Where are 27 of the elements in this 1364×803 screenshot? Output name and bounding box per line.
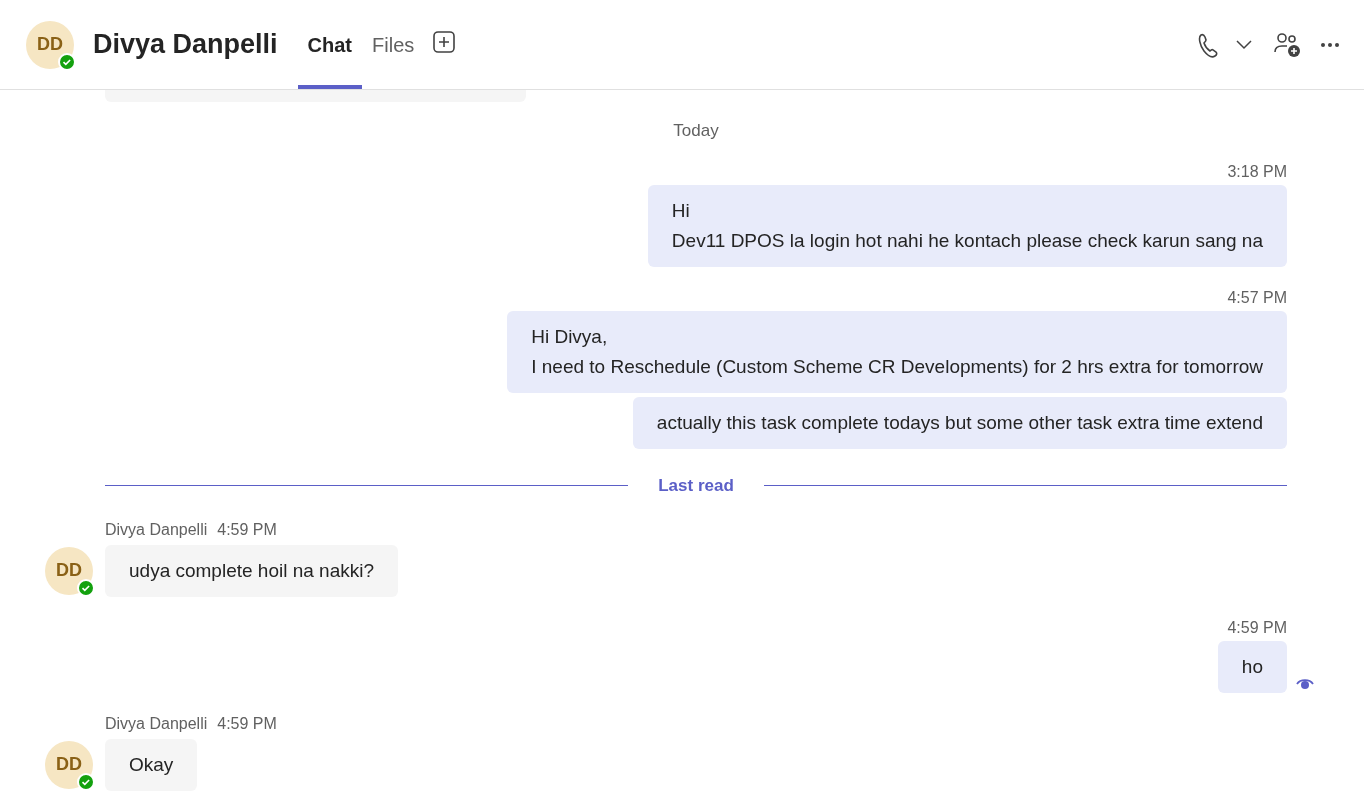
chat-title: Divya Danpelli — [93, 28, 278, 62]
timestamp: 4:59 PM — [217, 520, 277, 539]
sender-name: Divya Danpelli — [105, 714, 208, 733]
message-text: Hi Divya, — [531, 325, 609, 349]
date-separator: Today — [673, 121, 719, 141]
timestamp: 4:59 PM — [217, 714, 277, 733]
add-people-icon[interactable] — [1274, 31, 1302, 58]
message-text: Dev11 DPOS la login hot nahi he kontach please check karun sang na — [671, 229, 1263, 253]
avatar[interactable]: DD — [26, 20, 74, 69]
message-text: Hi — [671, 199, 691, 223]
message-text: actually this task complete todays but some other task extra time extend — [656, 411, 1263, 435]
timestamp: 3:18 PM — [1227, 163, 1287, 181]
message-text: Okay — [129, 752, 174, 777]
phone-icon[interactable] — [1196, 31, 1220, 58]
sender-name: Divya Danpelli — [105, 520, 208, 539]
avatar[interactable]: DD — [45, 740, 93, 789]
add-tab-icon[interactable] — [432, 29, 457, 54]
avatar[interactable]: DD — [45, 546, 93, 595]
last-read-label: Last read — [657, 475, 735, 497]
chevron-down-icon[interactable] — [1236, 39, 1252, 50]
tab[interactable]: Files — [362, 0, 425, 89]
timestamp: 4:59 PM — [1227, 618, 1287, 637]
more-options-icon[interactable] — [1320, 41, 1340, 48]
timestamp: 4:57 PM — [1227, 289, 1287, 307]
message-text: udya complete hoil na nakki? — [129, 558, 375, 583]
message-text: I need to Reschedule (Custom Scheme CR Developments) for 2 hrs extra for tomorrow — [531, 355, 1263, 379]
message-text: ho — [1241, 654, 1263, 679]
